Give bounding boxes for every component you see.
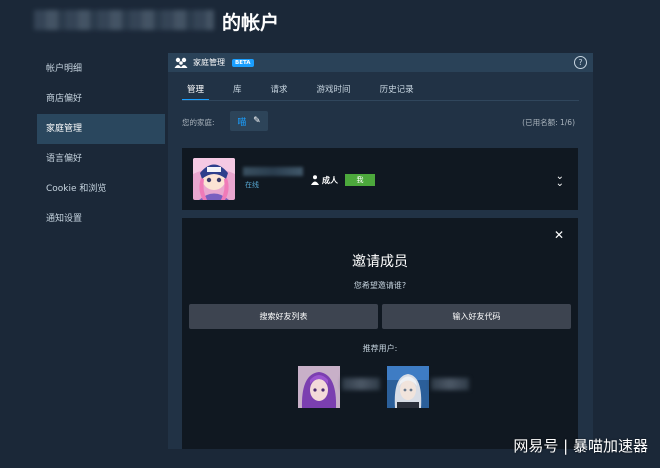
member-role: 成人: [322, 176, 338, 185]
sidebar-item-cookies-browsing[interactable]: Cookie 和浏览: [37, 174, 165, 204]
tab-manage[interactable]: 管理: [182, 83, 210, 101]
panel-title: 家庭管理: [193, 58, 225, 67]
family-label: 您的家庭:: [182, 118, 215, 127]
invite-subtitle: 您希望邀请谁?: [353, 281, 407, 290]
tab-library[interactable]: 库: [228, 83, 247, 101]
recommended-user-name-redacted: [342, 378, 380, 390]
member-name-redacted: [243, 167, 303, 176]
close-icon[interactable]: ✕: [554, 228, 564, 242]
sidebar-item-notification-settings[interactable]: 通知设置: [37, 204, 165, 234]
recommended-user-avatar[interactable]: [298, 366, 340, 408]
settings-sidebar: 帐户明细 商店偏好 家庭管理 语言偏好 Cookie 和浏览 通知设置: [37, 54, 165, 234]
recommended-user-avatar[interactable]: [387, 366, 429, 408]
me-badge: 我: [345, 174, 375, 186]
tab-bar: 管理 库 请求 游戏时间 历史记录: [182, 83, 438, 101]
recommended-user-name-redacted: [431, 378, 469, 390]
search-friends-button[interactable]: 搜索好友列表: [189, 304, 378, 329]
beta-badge: BETA: [232, 58, 254, 67]
pencil-icon[interactable]: ✎: [253, 116, 261, 126]
sidebar-item-store-preferences[interactable]: 商店偏好: [37, 84, 165, 114]
tab-requests[interactable]: 请求: [266, 83, 293, 101]
recommended-label: 推荐用户:: [362, 344, 398, 353]
help-icon[interactable]: ?: [574, 56, 587, 69]
chevron-double-down-icon[interactable]: ⌄ ⌄: [556, 172, 564, 189]
sidebar-item-language-preferences[interactable]: 语言偏好: [37, 144, 165, 174]
family-name: 喵: [237, 117, 247, 128]
panel-header: 家庭管理 BETA ?: [168, 53, 593, 72]
enter-friend-code-button[interactable]: 输入好友代码: [382, 304, 571, 329]
family-icon: [174, 57, 188, 68]
sidebar-item-account-details[interactable]: 帐户明细: [37, 54, 165, 84]
tab-playtime[interactable]: 游戏时间: [312, 83, 356, 101]
watermark: 网易号 | 暴喵加速器: [513, 437, 648, 455]
family-name-box[interactable]: 喵 ✎: [230, 111, 268, 131]
invite-member-dialog: ✕ 邀请成员 您希望邀请谁? 搜索好友列表 输入好友代码 推荐用户:: [182, 218, 578, 449]
member-avatar: [193, 158, 235, 200]
member-status: 在线: [245, 181, 259, 189]
member-card: 在线 成人 我 ⌄ ⌄: [182, 148, 578, 210]
sidebar-item-family-management[interactable]: 家庭管理: [37, 114, 165, 144]
page-header: 的帐户: [0, 0, 660, 44]
invite-title: 邀请成员: [352, 254, 408, 270]
username-redacted: [34, 10, 214, 30]
adult-icon: [311, 175, 319, 185]
family-management-panel: 家庭管理 BETA ? 管理 库 请求 游戏时间 历史记录 您的家庭: 喵 ✎ …: [168, 53, 593, 449]
page-title: 的帐户: [222, 12, 280, 34]
tab-history[interactable]: 历史记录: [375, 83, 419, 101]
slots-used: (已用名额: 1/6): [522, 118, 575, 127]
tab-divider: [182, 100, 579, 101]
